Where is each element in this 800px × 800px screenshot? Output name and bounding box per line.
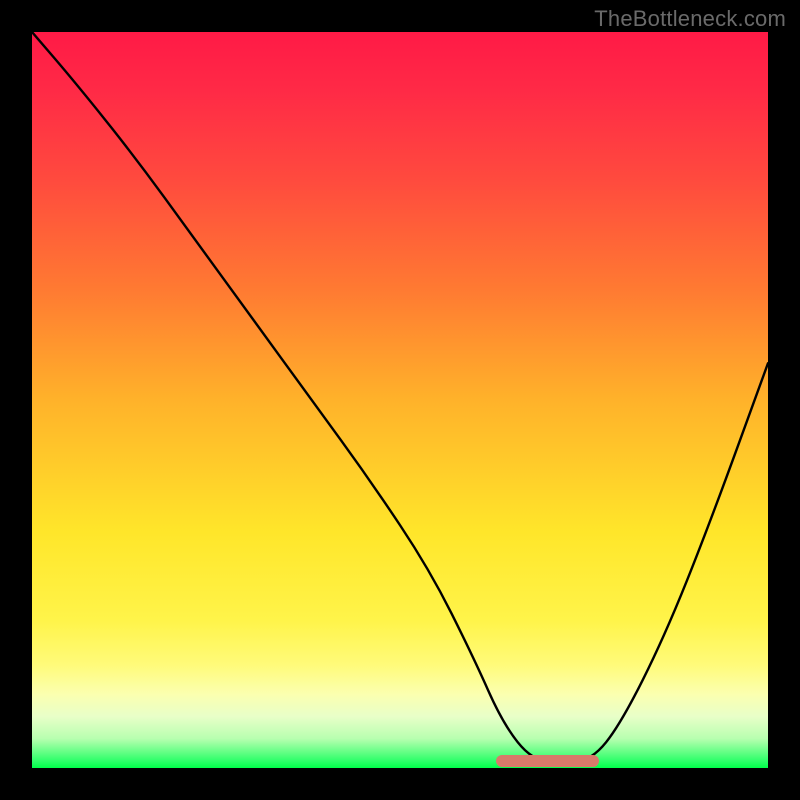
bottleneck-curve [32,32,768,768]
watermark-text: TheBottleneck.com [594,6,786,32]
optimal-region-marker [496,755,599,767]
chart-frame: TheBottleneck.com [0,0,800,800]
plot-area [32,32,768,768]
